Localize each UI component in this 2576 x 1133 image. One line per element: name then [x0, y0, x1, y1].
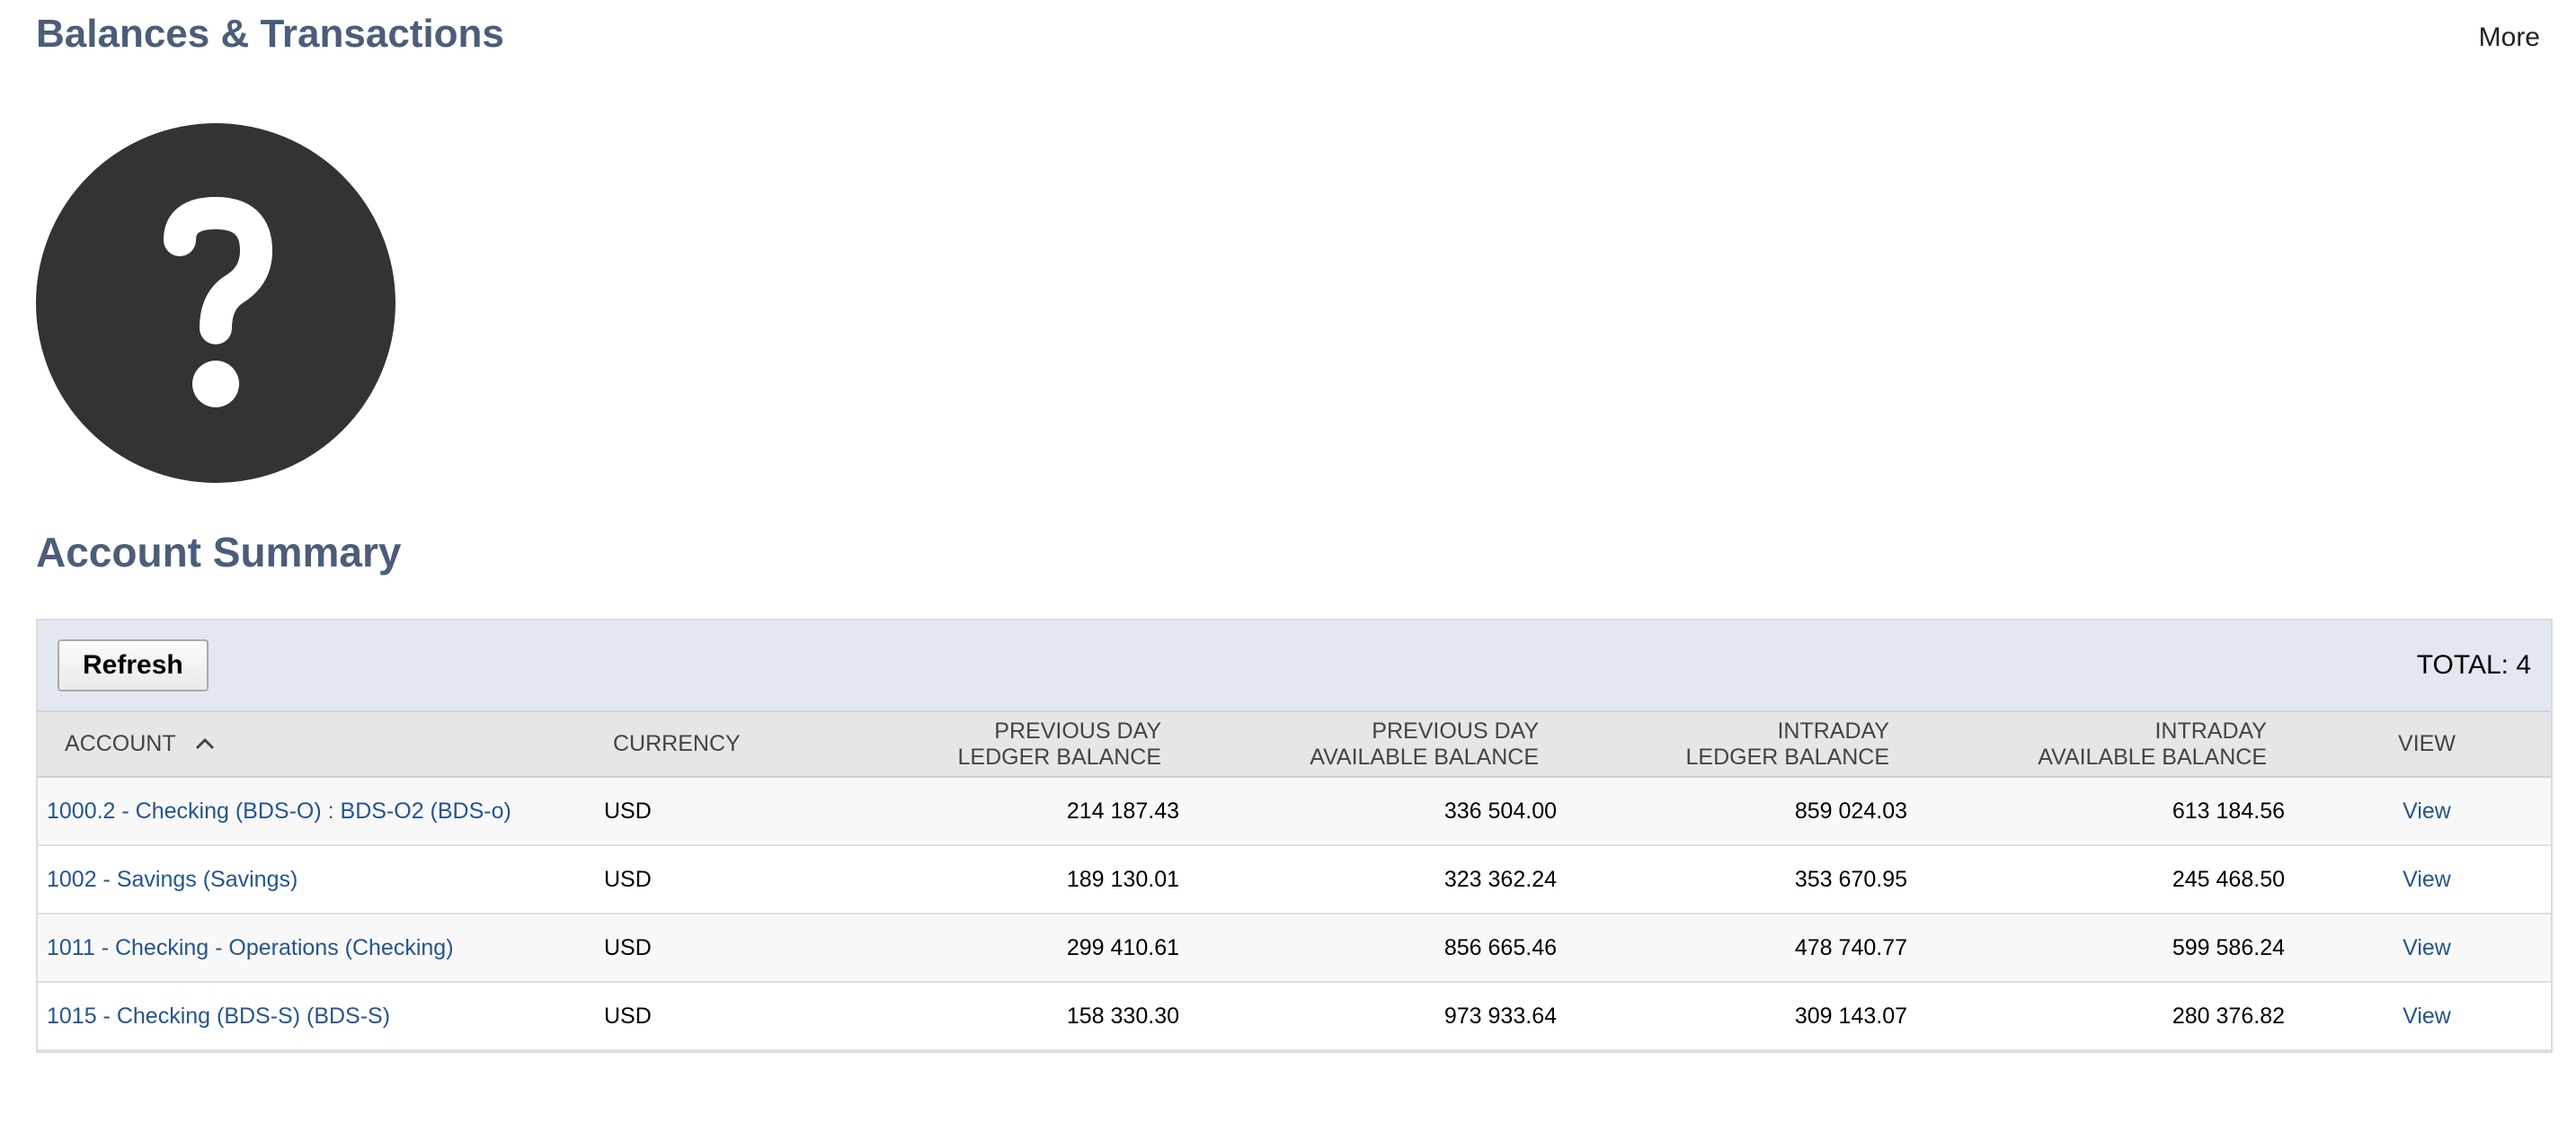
intraday-ledger-cell: 478 740.77 — [1575, 914, 1925, 983]
currency-cell: USD — [604, 845, 820, 914]
page-title: Balances & Transactions — [36, 12, 504, 56]
column-header-line: AVAILABLE BALANCE — [2038, 744, 2267, 770]
prev-available-cell: 336 504.00 — [1197, 777, 1575, 846]
view-link[interactable]: View — [2403, 798, 2451, 824]
column-header-prev-ledger[interactable]: PREVIOUS DAY LEDGER BALANCE — [820, 712, 1197, 778]
prev-available-cell: 973 933.64 — [1197, 982, 1575, 1051]
view-link[interactable]: View — [2403, 935, 2451, 960]
account-summary-panel: Refresh TOTAL: 4 ACCOUNT CURRENCY PREVIO… — [36, 619, 2553, 1053]
prev-ledger-cell: 299 410.61 — [820, 914, 1197, 983]
currency-cell: USD — [604, 777, 820, 846]
currency-cell: USD — [604, 982, 820, 1051]
prev-ledger-cell: 189 130.01 — [820, 845, 1197, 914]
account-cell: 1000.2 - Checking (BDS-O) : BDS-O2 (BDS-… — [38, 777, 604, 846]
prev-ledger-cell: 214 187.43 — [820, 777, 1197, 846]
total-count: TOTAL: 4 — [2416, 650, 2531, 680]
prev-available-cell: 856 665.46 — [1197, 914, 1575, 983]
view-cell: View — [2303, 777, 2551, 846]
view-cell: View — [2303, 914, 2551, 983]
column-header-line: PREVIOUS DAY — [994, 718, 1161, 744]
avatar — [36, 123, 395, 483]
column-header-prev-available[interactable]: PREVIOUS DAY AVAILABLE BALANCE — [1197, 712, 1575, 778]
column-header-line: INTRADAY — [1777, 718, 1889, 744]
view-cell: View — [2303, 982, 2551, 1051]
intraday-available-cell: 245 468.50 — [1925, 845, 2303, 914]
more-menu-button[interactable]: More — [2479, 20, 2540, 56]
view-link[interactable]: View — [2403, 867, 2451, 892]
section-title-account-summary: Account Summary — [36, 529, 402, 575]
column-header-line: AVAILABLE BALANCE — [1310, 744, 1539, 770]
summary-toolbar: Refresh TOTAL: 4 — [38, 620, 2551, 712]
column-header-intraday-available[interactable]: INTRADAY AVAILABLE BALANCE — [1925, 712, 2303, 778]
account-link[interactable]: 1002 - Savings (Savings) — [47, 867, 298, 892]
column-header-line: INTRADAY — [2154, 718, 2267, 744]
currency-cell: USD — [604, 914, 820, 983]
account-link[interactable]: 1011 - Checking - Operations (Checking) — [47, 935, 454, 960]
column-header-line: PREVIOUS DAY — [1372, 718, 1539, 744]
table-header-row: ACCOUNT CURRENCY PREVIOUS DAY LEDGER BAL… — [38, 712, 2551, 778]
intraday-ledger-cell: 859 024.03 — [1575, 777, 1925, 846]
account-link[interactable]: 1015 - Checking (BDS-S) (BDS-S) — [47, 1004, 390, 1029]
table-row: 1002 - Savings (Savings) USD 189 130.01 … — [38, 845, 2551, 914]
column-header-view: VIEW — [2303, 712, 2551, 778]
view-link[interactable]: View — [2403, 1004, 2451, 1029]
table-row: 1011 - Checking - Operations (Checking) … — [38, 914, 2551, 983]
account-cell: 1015 - Checking (BDS-S) (BDS-S) — [38, 982, 604, 1051]
intraday-available-cell: 613 184.56 — [1925, 777, 2303, 846]
column-header-line: LEDGER BALANCE — [1685, 744, 1889, 770]
prev-ledger-cell: 158 330.30 — [820, 982, 1197, 1051]
view-cell: View — [2303, 845, 2551, 914]
column-header-label: ACCOUNT — [65, 730, 176, 756]
column-header-intraday-ledger[interactable]: INTRADAY LEDGER BALANCE — [1575, 712, 1925, 778]
account-cell: 1002 - Savings (Savings) — [38, 845, 604, 914]
account-cell: 1011 - Checking - Operations (Checking) — [38, 914, 604, 983]
intraday-ledger-cell: 353 670.95 — [1575, 845, 1925, 914]
table-row: 1015 - Checking (BDS-S) (BDS-S) USD 158 … — [38, 982, 2551, 1051]
question-mark-icon — [164, 197, 272, 407]
intraday-available-cell: 280 376.82 — [1925, 982, 2303, 1051]
prev-available-cell: 323 362.24 — [1197, 845, 1575, 914]
intraday-available-cell: 599 586.24 — [1925, 914, 2303, 983]
column-header-currency[interactable]: CURRENCY — [604, 712, 820, 778]
intraday-ledger-cell: 309 143.07 — [1575, 982, 1925, 1051]
column-header-line: LEDGER BALANCE — [957, 744, 1161, 770]
account-summary-table: ACCOUNT CURRENCY PREVIOUS DAY LEDGER BAL… — [38, 712, 2551, 1051]
table-row: 1000.2 - Checking (BDS-O) : BDS-O2 (BDS-… — [38, 777, 2551, 846]
account-link[interactable]: 1000.2 - Checking (BDS-O) : BDS-O2 (BDS-… — [47, 798, 511, 824]
refresh-button[interactable]: Refresh — [58, 639, 209, 691]
column-header-account[interactable]: ACCOUNT — [38, 712, 604, 778]
sort-ascending-icon — [194, 731, 216, 757]
